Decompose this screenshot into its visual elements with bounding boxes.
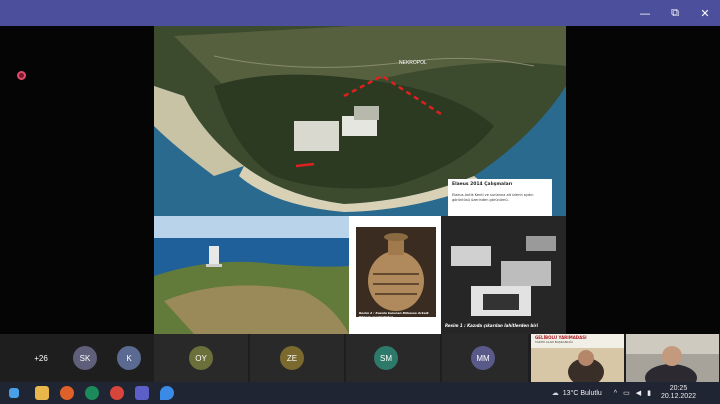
clock-time: 20:25 (669, 384, 688, 392)
recording-indicator-icon (17, 71, 26, 80)
cloud-icon: ☁ (551, 390, 559, 397)
battery-icon[interactable]: ▮ (647, 389, 651, 397)
participant-avatar-sm: SM (374, 346, 398, 370)
window-controls: — ⧉ ✕ (630, 0, 720, 26)
shared-screen-stage: NEKROPOL Elaeus 2014 Çalışmaları Elaeus … (0, 26, 720, 334)
chrome-icon[interactable] (110, 386, 124, 400)
participant-tile-oy[interactable]: OY (154, 334, 248, 382)
necropolis-label: NEKROPOL (399, 60, 427, 66)
firefox-icon[interactable] (60, 386, 74, 400)
participant-avatar-oy: OY (189, 346, 213, 370)
file-explorer-icon[interactable] (35, 386, 49, 400)
excavation-caption: Resim 1 : Kazıda çıkarılan lahitlerden b… (445, 323, 538, 328)
presentation-slide: NEKROPOL Elaeus 2014 Çalışmaları Elaeus … (154, 26, 566, 334)
participant-group-tile: +26 SK K (0, 334, 152, 382)
droplet-app-icon[interactable] (160, 386, 174, 400)
slide-caption-box: Elaeus 2014 Çalışmaları Elaeus Antik Ken… (448, 179, 552, 217)
participant-video-1[interactable]: GELİBOLU YARIMADASI TARİHİ ALAN BAŞKANLI… (531, 334, 624, 382)
caption-text: Elaeus Antik Kenti ve surlarına ait izle… (452, 193, 534, 202)
volume-icon[interactable]: ◀ (636, 389, 641, 397)
teams-icon[interactable] (135, 386, 149, 400)
participant-avatar-sk[interactable]: SK (73, 346, 97, 370)
participant-avatar-ze: ZE (280, 346, 304, 370)
more-participants-avatar[interactable]: +26 (29, 346, 53, 370)
participant-tile-sm[interactable]: SM (346, 334, 440, 382)
participant-video-2[interactable] (626, 334, 719, 382)
monument-coast-photo (154, 216, 349, 334)
maximize-button[interactable]: ⧉ (660, 0, 690, 26)
participant-avatar-mm: MM (471, 346, 495, 370)
clock-date: 20.12.2022 (660, 393, 696, 400)
clock[interactable]: 20:25 20.12.2022 (661, 385, 696, 401)
participant-avatar-k[interactable]: K (117, 346, 141, 370)
participant-dock: +26 SK K OY ZE SM MM GELİBOLU YARIMADASI… (0, 334, 720, 382)
caption-title: Elaeus 2014 Çalışmaları (452, 182, 513, 187)
windows-taskbar: ☁ 13°C Bulutlu ^ ▭ ◀ ▮ 20:25 20.12.2022 (0, 382, 720, 404)
weather-text[interactable]: 13°C Bulutlu (563, 390, 602, 397)
windows-start-icon[interactable] (9, 388, 19, 398)
green-app-icon[interactable] (85, 386, 99, 400)
tray-chevron-icon[interactable]: ^ (614, 390, 617, 397)
excavation-photo: Resim 1 : Kazıda çıkarılan lahitlerden b… (441, 216, 566, 334)
vase-caption: Resim 2 : Kazıda bulunan Bilhassa Arkaik… (359, 311, 429, 319)
participant-tile-ze[interactable]: ZE (250, 334, 344, 382)
close-button[interactable]: ✕ (690, 0, 720, 26)
system-tray: ☁ 13°C Bulutlu ^ ▭ ◀ ▮ 20:25 20.12.2022 (552, 382, 720, 404)
poster-line-2: TARİHİ ALAN BAŞKANLIĞI (535, 340, 573, 344)
participant-tile-mm[interactable]: MM (442, 334, 528, 382)
minimize-button[interactable]: — (630, 0, 660, 26)
ancient-vase-photo: Resim 2 : Kazıda bulunan Bilhassa Arkaik… (351, 219, 441, 334)
network-icon[interactable]: ▭ (623, 389, 630, 397)
title-bar: — ⧉ ✕ (0, 0, 720, 26)
